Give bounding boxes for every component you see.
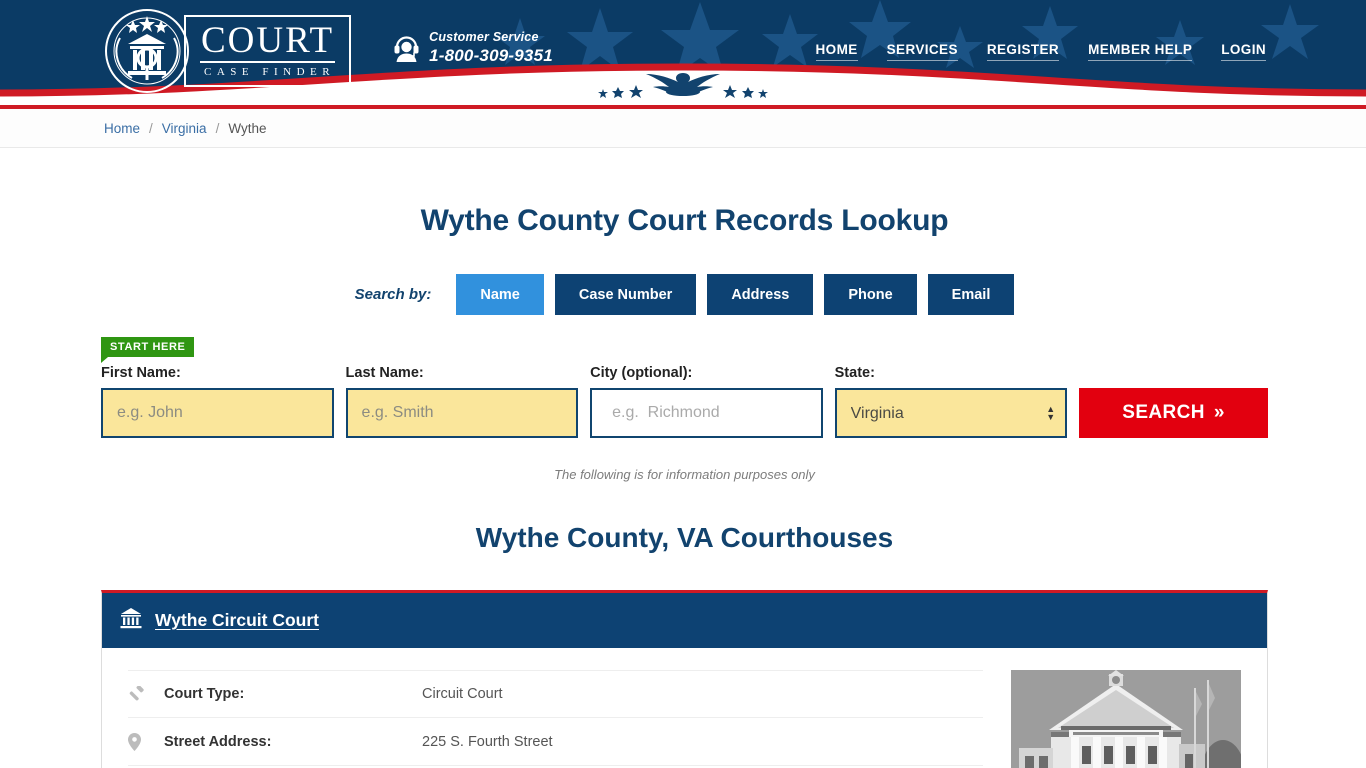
site-logo[interactable]: COURT CASE FINDER (98, 8, 352, 94)
last-name-input[interactable] (345, 388, 579, 438)
city-label: City (optional): (590, 365, 693, 381)
customer-service-label: Customer Service (429, 30, 539, 44)
tab-address[interactable]: Address (707, 274, 814, 315)
state-field-group: State: Virginia ▲ ▼ (834, 365, 1068, 438)
breadcrumb-separator: / (215, 121, 220, 136)
court-detail-label: Street Address: (164, 733, 272, 750)
state-select[interactable]: Virginia (834, 388, 1068, 438)
logo-main-text: COURT (200, 20, 336, 63)
tab-email[interactable]: Email (927, 274, 1015, 315)
state-label: State: (834, 365, 875, 381)
first-name-field-group: First Name: (101, 365, 334, 438)
eagle-emblem-icon (588, 68, 778, 103)
main-navigation: HOME SERVICES REGISTER MEMBER HELP LOGIN (815, 42, 1268, 61)
nav-item-home[interactable]: HOME (815, 42, 858, 61)
courthouse-photo-image (1011, 670, 1241, 768)
court-detail-value: Circuit Court (422, 686, 503, 702)
page-title: Wythe County Court Records Lookup (420, 204, 949, 237)
breadcrumb-item-virginia[interactable]: Virginia (162, 121, 207, 136)
nav-item-login[interactable]: LOGIN (1221, 42, 1266, 61)
last-name-label: Last Name: (345, 365, 424, 381)
breadcrumb: Home / Virginia / Wythe (98, 109, 1268, 148)
city-field-group: City (optional): (590, 365, 823, 438)
nav-item-member-help[interactable]: MEMBER HELP (1088, 42, 1193, 61)
breadcrumb-item-wythe: Wythe (228, 121, 267, 136)
main-content: Wythe County Court Records Lookup Search… (98, 204, 1268, 768)
site-header: COURT CASE FINDER Customer Service 1-800… (0, 0, 1366, 105)
map-pin-icon (128, 732, 164, 751)
nav-item-services[interactable]: SERVICES (886, 42, 958, 61)
start-here-badge: START HERE (101, 337, 195, 363)
customer-service-block: Customer Service 1-800-309-9351 (393, 30, 553, 65)
bank-icon (120, 607, 142, 634)
court-detail-value: 225 S. Fourth Street (422, 733, 553, 750)
customer-service-phone[interactable]: 1-800-309-9351 (429, 46, 553, 66)
court-seal-icon (104, 8, 190, 94)
disclaimer-text: The following is for information purpose… (554, 467, 815, 482)
court-detail-row: Court Type: Circuit Court (128, 670, 983, 718)
search-form: START HERE First Name: Last Name: City (… (101, 337, 1268, 438)
court-card-title-link[interactable]: Wythe Circuit Court (155, 610, 319, 631)
double-chevron-right-icon: » (1213, 402, 1225, 423)
search-button-label: SEARCH (1122, 402, 1205, 423)
breadcrumb-bar: Home / Virginia / Wythe (0, 109, 1366, 148)
search-button[interactable]: SEARCH » (1079, 388, 1268, 438)
breadcrumb-item-home[interactable]: Home (104, 121, 140, 136)
logo-sub-text: CASE FINDER (204, 65, 336, 78)
search-by-label: Search by: (354, 286, 432, 303)
first-name-label: First Name: (101, 365, 181, 381)
tab-case-number[interactable]: Case Number (554, 274, 697, 315)
city-input[interactable] (590, 388, 823, 438)
court-detail-label: Court Type: (164, 686, 245, 702)
tab-name[interactable]: Name (456, 274, 544, 315)
headset-icon (393, 34, 420, 62)
court-card-header: Wythe Circuit Court (102, 593, 1267, 648)
gavel-icon (128, 685, 164, 703)
last-name-field-group: Last Name: (345, 365, 579, 438)
breadcrumb-separator: / (149, 121, 153, 136)
section-title: Wythe County, VA Courthouses (475, 522, 894, 553)
first-name-input[interactable] (101, 388, 334, 438)
court-card: Wythe Circuit Court Court Type: Circuit (101, 590, 1268, 768)
tab-phone[interactable]: Phone (824, 274, 917, 315)
courthouse-photo (1011, 670, 1241, 768)
court-card-body: Court Type: Circuit Court Street Address… (102, 648, 1267, 768)
nav-item-register[interactable]: REGISTER (986, 42, 1060, 61)
court-details-list: Court Type: Circuit Court Street Address… (128, 670, 983, 768)
court-detail-row: Street Address: 225 S. Fourth Street (128, 718, 983, 766)
search-by-tabs: Search by: Name Case Number Address Phon… (101, 274, 1268, 315)
